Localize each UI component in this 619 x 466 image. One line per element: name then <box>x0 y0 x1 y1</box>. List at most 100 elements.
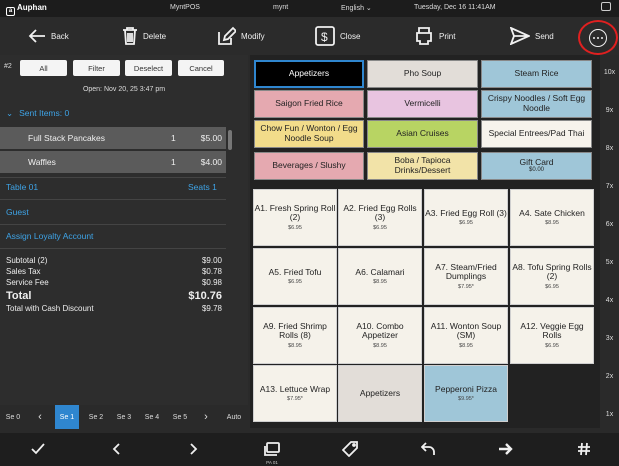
send-icon <box>510 27 530 45</box>
order-opened-time: Open: Nov 20, 25 3:47 pm <box>82 86 166 93</box>
auto-seat-button[interactable]: Auto <box>222 405 246 429</box>
print-button[interactable]: Print <box>414 23 455 49</box>
chevron-left-icon[interactable]: ‹ <box>32 405 48 429</box>
service-fee-value: $0.98 <box>201 278 222 287</box>
menu-item-label: A12. Veggie Egg Rolls <box>520 321 584 341</box>
menu-item-tile[interactable]: Pepperoni Pizza $9.95* <box>424 365 508 422</box>
menu-item-tile[interactable]: A7. Steam/Fried Dumplings $7.95* <box>424 248 508 305</box>
chat-icon[interactable] <box>601 2 611 11</box>
undo-icon[interactable] <box>418 439 438 459</box>
menu-item-label: A3. Fried Egg Roll (3) <box>425 207 507 218</box>
zoom-level[interactable]: 9x <box>600 107 619 114</box>
sent-items-toggle[interactable]: ⌄ Sent Items: 0 <box>6 108 69 119</box>
guest-label[interactable]: Guest <box>6 207 29 217</box>
seat-tab[interactable]: Se 5 <box>168 405 192 429</box>
zoom-level[interactable]: 6x <box>600 221 619 228</box>
menu-item-tile[interactable]: A12. Veggie Egg Rolls $6.95 <box>510 307 594 364</box>
checkmark-icon[interactable] <box>28 439 48 459</box>
category-button[interactable]: Pho Soup <box>367 60 478 88</box>
filter-button[interactable]: Filter <box>73 60 120 76</box>
chevron-left-icon[interactable] <box>106 439 126 459</box>
menu-item-tile[interactable]: A2. Fried Egg Rolls (3) $6.95 <box>338 189 422 246</box>
category-button[interactable]: Appetizers <box>254 60 364 88</box>
seat-tab[interactable]: Se 2 <box>84 405 108 429</box>
send-label: Send <box>535 31 554 41</box>
sales-tax-row: Sales Tax $0.78 <box>6 267 222 276</box>
modify-button[interactable]: Modify <box>216 23 265 49</box>
category-button[interactable]: Steam Rice <box>481 60 592 88</box>
menu-item-price: $7.95* <box>458 283 474 290</box>
table-label[interactable]: Table 01 <box>6 182 38 192</box>
app-name: MyntPOS <box>170 4 200 11</box>
zoom-level[interactable]: 10x <box>600 69 619 76</box>
menu-item-tile[interactable]: Appetizers <box>338 365 422 422</box>
service-fee-label: Service Fee <box>6 278 49 287</box>
zoom-level[interactable]: 2x <box>600 373 619 380</box>
menu-item-tile[interactable]: A9. Fried Shrimp Rolls (8) $8.95 <box>253 307 337 364</box>
more-options-button[interactable] <box>578 20 618 55</box>
zoom-level[interactable]: 8x <box>600 145 619 152</box>
zoom-level[interactable]: 5x <box>600 259 619 266</box>
menu-item-tile[interactable]: A4. Sate Chicken $8.95 <box>510 189 594 246</box>
brand-icon: a <box>6 7 15 16</box>
all-button[interactable]: All <box>20 60 67 76</box>
menu-item-tile[interactable]: A3. Fried Egg Roll (3) $6.95 <box>424 189 508 246</box>
category-label: Asian Cruises <box>396 128 449 139</box>
menu-item-tile[interactable]: A6. Calamari $8.95 <box>338 248 422 305</box>
arrow-right-icon[interactable] <box>496 439 516 459</box>
menu-item-tile[interactable]: A13. Lettuce Wrap $7.95* <box>253 365 337 422</box>
category-button[interactable]: Vermicelli <box>367 90 478 118</box>
back-button[interactable]: Back <box>28 23 69 49</box>
seats-label[interactable]: Seats 1 <box>188 182 217 192</box>
category-button[interactable]: Boba / Tapioca Drinks/Dessert <box>367 152 478 180</box>
zoom-scale[interactable]: 10x 9x 8x 7x 6x 5x 4x 3x 2x 1x <box>600 55 619 428</box>
hash-icon[interactable] <box>574 439 594 459</box>
category-sub: $0.00 <box>528 167 544 174</box>
menu-item-price: $6.95 <box>288 224 302 231</box>
send-button[interactable]: Send <box>510 23 554 49</box>
back-label: Back <box>51 31 69 41</box>
modify-label: Modify <box>241 31 265 41</box>
cash-discount-label: Total with Cash Discount <box>6 304 94 313</box>
menu-item-tile[interactable]: A10. Combo Appetizer $8.95 <box>338 307 422 364</box>
category-button[interactable]: Gift Card $0.00 <box>481 152 592 180</box>
language-select[interactable]: English ⌄ <box>341 4 372 12</box>
menu-item-label: A4. Sate Chicken <box>519 207 585 218</box>
seat-tab[interactable]: Se 3 <box>112 405 136 429</box>
category-button[interactable]: Chow Fun / Wonton / Egg Noodle Soup <box>254 120 364 148</box>
menu-item-tile[interactable]: A1. Fresh Spring Roll (2) $6.95 <box>253 189 337 246</box>
menu-item-tile[interactable]: A11. Wonton Soup (SM) $8.95 <box>424 307 508 364</box>
chevron-right-icon[interactable] <box>184 439 204 459</box>
chevron-right-icon[interactable]: › <box>198 405 214 429</box>
category-button[interactable]: Asian Cruises <box>367 120 478 148</box>
assign-loyalty-button[interactable]: Assign Loyalty Account <box>6 231 93 241</box>
category-label: Gift Card <box>519 156 554 167</box>
seat-tab[interactable]: Se 4 <box>140 405 164 429</box>
order-item[interactable]: Waffles 1 $4.00 <box>0 151 226 173</box>
zoom-level[interactable]: 7x <box>600 183 619 190</box>
menu-item-label: Appetizers <box>359 387 401 398</box>
category-button[interactable]: Beverages / Slushy <box>254 152 364 180</box>
menu-item-label: A6. Calamari <box>355 266 405 277</box>
category-button[interactable]: Special Entrees/Pad Thai <box>481 120 592 148</box>
order-panel: #2 All Filter Deselect Cancel Open: Nov … <box>0 55 248 405</box>
zoom-level[interactable]: 3x <box>600 335 619 342</box>
cancel-button[interactable]: Cancel <box>178 60 224 76</box>
category-button[interactable]: Saigon Fried Rice <box>254 90 364 118</box>
seat-tab-active[interactable]: Se 1 <box>55 405 79 429</box>
delete-button[interactable]: Delete <box>122 23 166 49</box>
zoom-level[interactable]: 1x <box>600 411 619 418</box>
close-button[interactable]: $ Close <box>315 23 360 49</box>
scrollbar[interactable] <box>228 130 232 150</box>
seat-tab[interactable]: Se 0 <box>3 405 23 429</box>
layers-icon[interactable] <box>262 439 282 459</box>
deselect-button[interactable]: Deselect <box>125 60 172 76</box>
total-label: Total <box>6 290 32 302</box>
category-label: Pho Soup <box>403 68 442 79</box>
menu-item-tile[interactable]: A5. Fried Tofu $6.95 <box>253 248 337 305</box>
zoom-level[interactable]: 4x <box>600 297 619 304</box>
tag-icon[interactable] <box>340 439 360 459</box>
order-item[interactable]: Full Stack Pancakes 1 $5.00 <box>0 127 226 149</box>
menu-item-tile[interactable]: A8. Tofu Spring Rolls (2) $6.95 <box>510 248 594 305</box>
category-button[interactable]: Crispy Noodles / Soft Egg Noodle <box>481 90 592 118</box>
